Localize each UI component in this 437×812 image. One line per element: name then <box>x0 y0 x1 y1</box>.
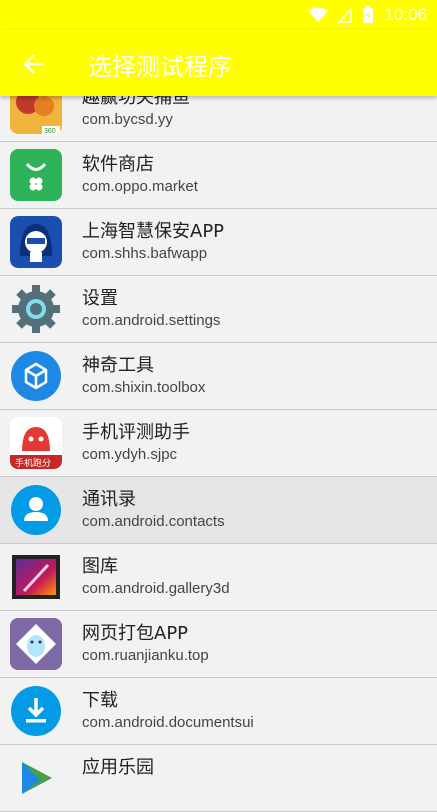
app-name: 图库 <box>82 556 118 577</box>
app-package: com.android.settings <box>82 312 221 329</box>
app-name: 上海智慧保安APP <box>82 221 225 242</box>
app-package: com.bycsd.yy <box>82 111 173 128</box>
app-package: com.shhs.bafwapp <box>82 245 208 262</box>
play-icon <box>10 752 62 804</box>
list-item[interactable]: 软件商店 com.oppo.market <box>0 142 437 209</box>
app-name: 手机评测助手 <box>82 422 190 443</box>
app-bar: 选择测试程序 <box>0 30 437 96</box>
back-button[interactable] <box>20 50 48 78</box>
list-item-selected[interactable]: 通讯录 com.android.contacts <box>0 477 437 544</box>
badge-360-text: 360 <box>44 128 56 134</box>
toolbox-icon <box>10 350 62 402</box>
list-item[interactable]: 下载 com.android.documentsui <box>0 678 437 745</box>
phone-benchmark-icon: 手机跑分 <box>10 417 62 469</box>
app-name: 下载 <box>82 690 118 711</box>
list-item[interactable]: 网页打包APP com.ruanjianku.top <box>0 611 437 678</box>
app-name: 通讯录 <box>82 489 136 510</box>
page-title: 选择测试程序 <box>88 53 232 81</box>
web-package-icon <box>10 618 62 670</box>
app-package: com.ruanjianku.top <box>82 647 209 664</box>
app-package: com.android.contacts <box>82 513 225 530</box>
gear-icon <box>10 283 62 335</box>
app-name: 软件商店 <box>82 154 154 175</box>
wifi-icon <box>308 7 329 22</box>
app-name: 设置 <box>82 288 118 309</box>
status-time: 10:06 <box>384 5 427 24</box>
app-list: 360 趣赢功夫捕鱼 com.bycsd.yy 软件商店 com.oppo.ma… <box>0 75 437 812</box>
signal-icon <box>338 7 353 23</box>
list-item[interactable]: 设置 com.android.settings <box>0 276 437 343</box>
list-item[interactable]: 神奇工具 com.shixin.toolbox <box>0 343 437 410</box>
list-item[interactable]: 手机跑分 手机评测助手 com.ydyh.sjpc <box>0 410 437 477</box>
app-package: com.shixin.toolbox <box>82 379 206 396</box>
download-icon <box>10 685 62 737</box>
app-package: com.android.documentsui <box>82 714 254 731</box>
oppo-market-icon <box>10 149 62 201</box>
gallery-icon <box>10 551 62 603</box>
list-item[interactable]: 图库 com.android.gallery3d <box>0 544 437 611</box>
arrow-left-icon <box>23 54 44 74</box>
contacts-icon <box>10 484 62 536</box>
app-name: 应用乐园 <box>82 757 154 778</box>
security-guard-icon <box>10 216 62 268</box>
app-package: com.ydyh.sjpc <box>82 446 178 463</box>
app-name: 神奇工具 <box>82 355 154 376</box>
app-package: com.android.gallery3d <box>82 580 230 597</box>
benchmark-badge-text: 手机跑分 <box>15 457 51 469</box>
status-bar: 10:06 <box>0 0 437 30</box>
app-name: 网页打包APP <box>82 623 189 644</box>
list-item[interactable]: 上海智慧保安APP com.shhs.bafwapp <box>0 209 437 276</box>
app-package: com.oppo.market <box>82 178 198 195</box>
list-item[interactable]: 应用乐园 <box>0 745 437 812</box>
battery-icon <box>363 6 374 23</box>
